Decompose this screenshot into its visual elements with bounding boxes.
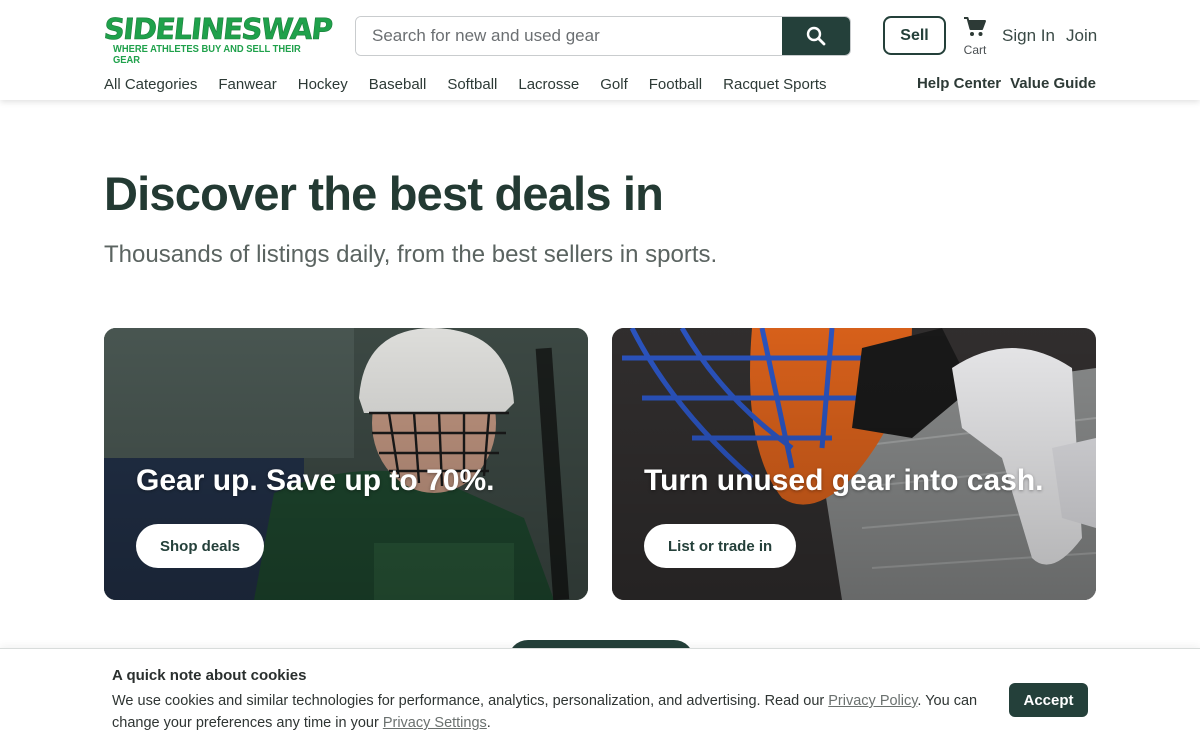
list-or-trade-button[interactable]: List or trade in: [644, 524, 797, 568]
cookie-text-part: .: [486, 715, 491, 731]
shop-deals-card[interactable]: Gear up. Save up to 70%. Shop deals: [104, 328, 588, 600]
cookie-text-part: We use cookies and similar technologies …: [112, 693, 829, 709]
logo-wordmark: SIDELINESWAP: [102, 12, 334, 47]
site-logo[interactable]: SIDELINESWAP WHERE ATHLETES BUY AND SELL…: [102, 12, 334, 66]
cart-label: Cart: [963, 43, 987, 57]
nav-item-hockey[interactable]: Hockey: [298, 76, 348, 93]
hero-title: Discover the best deals in: [104, 167, 664, 220]
nav-item-all-categories[interactable]: All Categories: [104, 76, 197, 93]
sign-in-link[interactable]: Sign In: [1002, 26, 1055, 46]
search-bar: [355, 16, 851, 56]
category-nav: All Categories Fanwear Hockey Baseball S…: [104, 76, 848, 93]
nav-item-fanwear[interactable]: Fanwear: [218, 76, 276, 93]
nav-item-softball[interactable]: Softball: [447, 76, 497, 93]
join-link[interactable]: Join: [1066, 26, 1097, 46]
hero-subtitle: Thousands of listings daily, from the be…: [104, 241, 718, 268]
cart-button[interactable]: Cart: [958, 16, 992, 57]
value-guide-link[interactable]: Value Guide: [1010, 75, 1096, 92]
search-icon: [806, 26, 826, 46]
search-input[interactable]: [356, 17, 782, 55]
cookie-title: A quick note about cookies: [112, 667, 307, 684]
help-center-link[interactable]: Help Center: [917, 75, 1001, 92]
site-header: SIDELINESWAP WHERE ATHLETES BUY AND SELL…: [0, 0, 1200, 100]
privacy-settings-link[interactable]: Privacy Settings: [383, 715, 487, 731]
logo-tagline: WHERE ATHLETES BUY AND SELL THEIR GEAR: [113, 44, 301, 66]
nav-item-baseball[interactable]: Baseball: [369, 76, 427, 93]
card-title: Turn unused gear into cash.: [644, 464, 1044, 497]
nav-item-lacrosse[interactable]: Lacrosse: [518, 76, 579, 93]
sell-gear-card[interactable]: Turn unused gear into cash. List or trad…: [612, 328, 1096, 600]
cookie-banner: A quick note about cookies We use cookie…: [0, 648, 1200, 750]
nav-item-racquet-sports[interactable]: Racquet Sports: [723, 76, 826, 93]
sell-button[interactable]: Sell: [883, 16, 946, 55]
cookie-text: We use cookies and similar technologies …: [112, 690, 982, 734]
accept-cookies-button[interactable]: Accept: [1009, 683, 1088, 717]
card-title: Gear up. Save up to 70%.: [136, 464, 495, 497]
nav-item-football[interactable]: Football: [649, 76, 702, 93]
shop-deals-button[interactable]: Shop deals: [136, 524, 265, 568]
nav-item-golf[interactable]: Golf: [600, 76, 628, 93]
utility-nav: Help Center Value Guide: [917, 75, 1096, 92]
cart-icon: [964, 17, 986, 36]
privacy-policy-link[interactable]: Privacy Policy: [828, 693, 917, 709]
search-button[interactable]: [782, 17, 850, 55]
